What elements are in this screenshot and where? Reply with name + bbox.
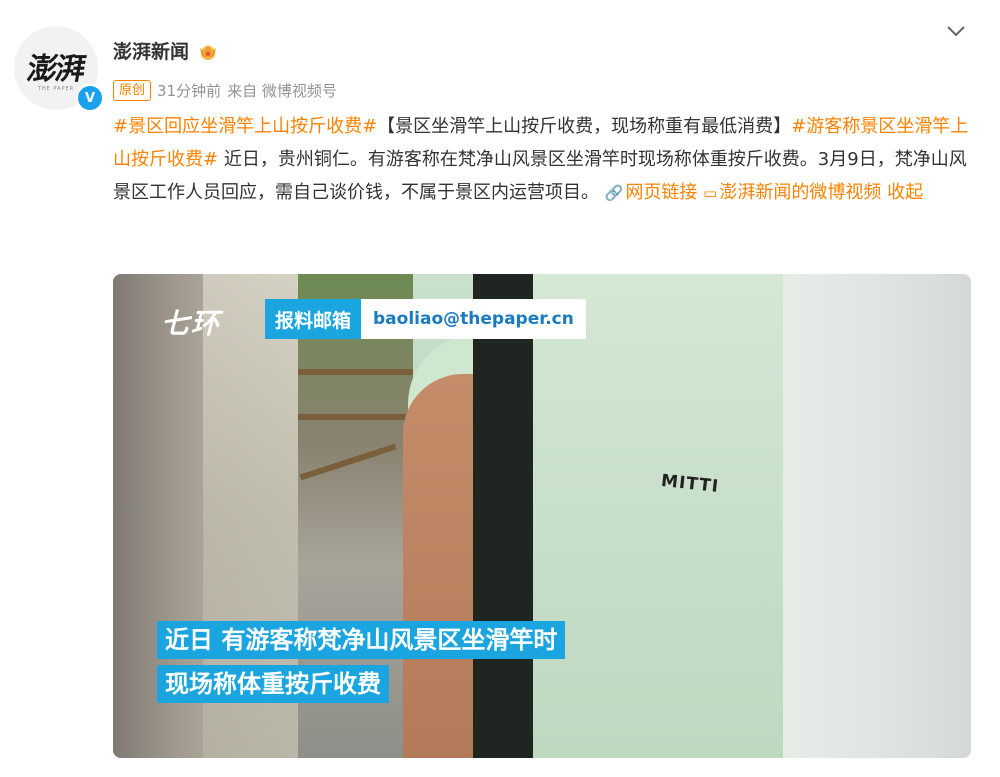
web-link-label: 网页链接 — [625, 182, 698, 203]
author-row: 澎湃新闻 — [113, 37, 219, 64]
post-time[interactable]: 31分钟前 — [157, 80, 221, 101]
verified-icon: V — [76, 84, 104, 112]
video-caption: 现场称体重按斤收费 — [157, 665, 389, 703]
video-caption: 近日 有游客称梵净山风景区坐滑竿时 — [157, 621, 566, 659]
post-source: 来自 微博视频号 — [227, 82, 337, 100]
hashtag-link[interactable]: #景区回应坐滑竿上山按斤收费# — [113, 116, 377, 137]
video-brand-logo: 七环 — [161, 307, 222, 340]
original-badge: 原创 — [113, 80, 152, 101]
video-icon: ▭ — [703, 184, 718, 202]
post-meta: 原创 31分钟前 来自 微博视频号 — [113, 80, 343, 101]
post-text: #景区回应坐滑竿上山按斤收费#【景区坐滑竿上山按斤收费，现场称重有最低消费】#游… — [113, 110, 973, 210]
video-link-label: 澎湃新闻的微博视频 — [719, 182, 882, 203]
video-rail — [298, 414, 418, 420]
link-icon: 🔗 — [604, 184, 624, 202]
chevron-down-icon[interactable] — [946, 24, 966, 38]
video-rail — [298, 369, 428, 375]
video-shirt-right — [533, 274, 793, 758]
tip-label: 报料邮箱 — [265, 299, 362, 339]
author-name[interactable]: 澎湃新闻 — [113, 37, 189, 64]
tip-box: 报料邮箱 baoliao@thepaper.cn — [265, 299, 586, 339]
tip-email: baoliao@thepaper.cn — [361, 299, 586, 339]
post-headline: 【景区坐滑竿上山按斤收费，现场称重有最低消费】 — [377, 116, 792, 137]
avatar-logo-text: 澎湃 — [24, 52, 87, 87]
video-link[interactable]: ▭ 澎湃新闻的微博视频 — [703, 182, 881, 203]
video-bg-right — [783, 274, 971, 758]
collapse-link[interactable]: 收起 — [887, 182, 923, 203]
web-link[interactable]: 🔗 网页链接 — [605, 182, 698, 203]
video-player[interactable]: MITTI 七环 报料邮箱 baoliao@thepaper.cn 近日 有游客… — [113, 274, 971, 758]
crown-icon — [200, 44, 217, 60]
